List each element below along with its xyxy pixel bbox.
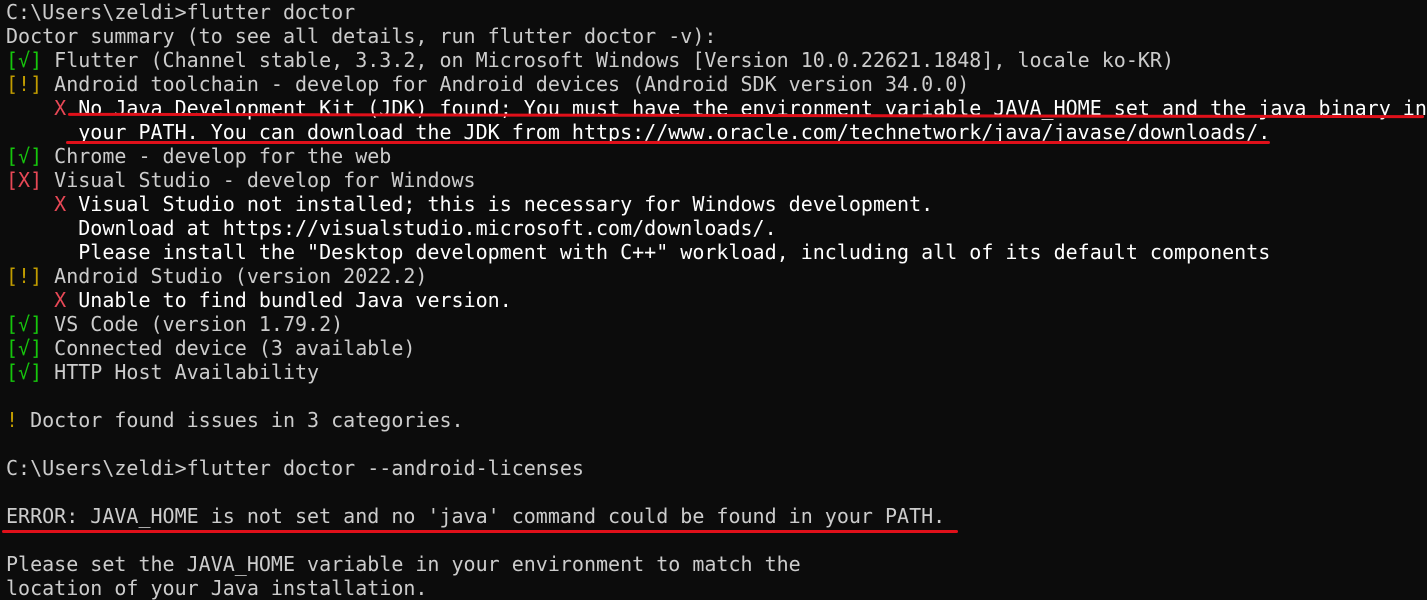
annotation-underline-error (2, 530, 958, 533)
terminal-line: [√] VS Code (version 1.79.2) (6, 312, 1427, 336)
status-marker: [!] (6, 72, 43, 96)
annotation-underline-jdk-line2 (66, 141, 1270, 144)
status-marker: [X] (6, 168, 43, 192)
terminal-line: ! Doctor found issues in 3 categories. (6, 408, 1427, 432)
line-text: Download at https://visualstudio.microso… (6, 216, 777, 240)
line-text: Doctor found issues in 3 categories. (18, 408, 464, 432)
terminal-line: C:\Users\zeldi>flutter doctor (6, 0, 1427, 24)
terminal-line: C:\Users\zeldi>flutter doctor --android-… (6, 456, 1427, 480)
status-marker: [!] (6, 264, 43, 288)
terminal-line: Please install the "Desktop development … (6, 240, 1427, 264)
line-text: VS Code (version 1.79.2) (42, 312, 344, 336)
terminal-line: ​ (6, 384, 1427, 408)
line-text: Visual Studio - develop for Windows (42, 168, 476, 192)
line-text: Flutter (Channel stable, 3.3.2, on Micro… (42, 48, 1174, 72)
terminal-line: ​ (6, 432, 1427, 456)
status-marker: [√] (6, 144, 43, 168)
terminal-line: [X] Visual Studio - develop for Windows (6, 168, 1427, 192)
status-marker: ! (6, 408, 19, 432)
terminal-line: Doctor summary (to see all details, run … (6, 24, 1427, 48)
terminal-line: [√] Flutter (Channel stable, 3.3.2, on M… (6, 48, 1427, 72)
terminal-line: [√] Chrome - develop for the web (6, 144, 1427, 168)
terminal-line: [!] Android toolchain - develop for Andr… (6, 72, 1427, 96)
terminal-line: Please set the JAVA_HOME variable in you… (6, 552, 1427, 576)
terminal-line: [√] Connected device (3 available) (6, 336, 1427, 360)
terminal-line: [!] Android Studio (version 2022.2) (6, 264, 1427, 288)
line-text: location of your Java installation. (6, 576, 428, 600)
status-marker: X (6, 288, 67, 312)
terminal-line: X Unable to find bundled Java version. (6, 288, 1427, 312)
line-text: Doctor summary (to see all details, run … (6, 24, 717, 48)
line-text: Please install the "Desktop development … (6, 240, 1271, 264)
status-marker: [√] (6, 312, 43, 336)
line-text: Chrome - develop for the web (42, 144, 392, 168)
terminal-line: location of your Java installation. (6, 576, 1427, 600)
terminal-line: ​ (6, 480, 1427, 504)
status-marker: [√] (6, 336, 43, 360)
terminal-line: ERROR: JAVA_HOME is not set and no 'java… (6, 504, 1427, 528)
status-marker: X (6, 96, 67, 120)
line-text: Android Studio (version 2022.2) (42, 264, 428, 288)
terminal-line: X Visual Studio not installed; this is n… (6, 192, 1427, 216)
line-text: Unable to find bundled Java version. (66, 288, 512, 312)
line-text: Please set the JAVA_HOME variable in you… (6, 552, 801, 576)
terminal-line: Download at https://visualstudio.microso… (6, 216, 1427, 240)
status-marker: [√] (6, 48, 43, 72)
line-text: C:\Users\zeldi>flutter doctor (6, 0, 356, 24)
line-text: C:\Users\zeldi>flutter doctor --android-… (6, 456, 584, 480)
terminal-output[interactable]: C:\Users\zeldi>flutter doctor Doctor summ… (6, 0, 1427, 600)
status-marker: [√] (6, 360, 43, 384)
line-text: Visual Studio not installed; this is nec… (66, 192, 934, 216)
line-text: HTTP Host Availability (42, 360, 320, 384)
line-text: Android toolchain - develop for Android … (42, 72, 970, 96)
line-text: Connected device (3 available) (42, 336, 416, 360)
terminal-line: [√] HTTP Host Availability (6, 360, 1427, 384)
line-text: ERROR: JAVA_HOME is not set and no 'java… (6, 504, 946, 528)
status-marker: X (6, 192, 67, 216)
